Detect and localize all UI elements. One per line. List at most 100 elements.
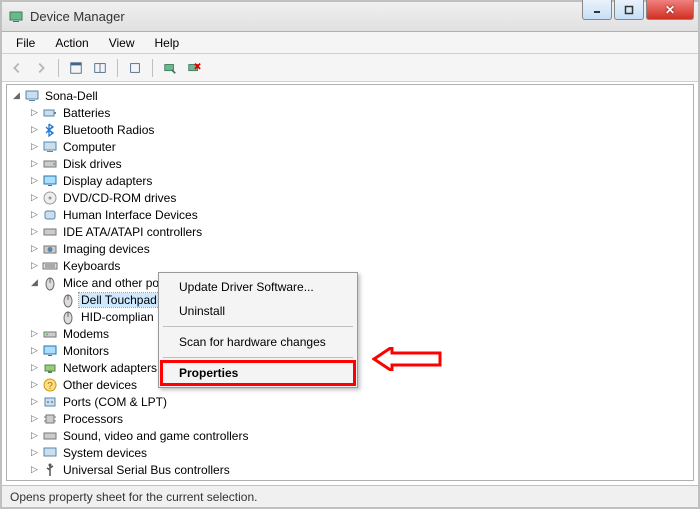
tree-label: Imaging devices bbox=[61, 242, 152, 256]
computer-icon bbox=[24, 88, 40, 104]
tree-label: Modems bbox=[61, 327, 111, 341]
expander-icon[interactable]: ◢ bbox=[11, 90, 22, 101]
tree-category[interactable]: ▷ Batteries bbox=[25, 104, 693, 121]
device-category-icon bbox=[42, 207, 58, 223]
device-category-icon bbox=[42, 173, 58, 189]
tree-label: IDE ATA/ATAPI controllers bbox=[61, 225, 204, 239]
toolbar-separator bbox=[58, 59, 59, 77]
expander-icon[interactable]: ▷ bbox=[29, 328, 40, 339]
expander-icon[interactable]: ▷ bbox=[29, 464, 40, 475]
tree-category[interactable]: ▷Network adapters bbox=[25, 359, 693, 376]
ctx-properties[interactable]: Properties bbox=[161, 361, 355, 385]
tree-label: HID-complian bbox=[79, 310, 156, 324]
ctx-scan-hardware[interactable]: Scan for hardware changes bbox=[161, 330, 355, 354]
expander-icon[interactable]: ▷ bbox=[29, 345, 40, 356]
tree-label: Dell Touchpad bbox=[79, 293, 159, 307]
tree-label: Human Interface Devices bbox=[61, 208, 200, 222]
device-category-icon bbox=[42, 326, 58, 342]
toolbar-btn-2[interactable] bbox=[89, 57, 111, 79]
app-icon bbox=[8, 9, 24, 25]
tree-category[interactable]: ▷ Computer bbox=[25, 138, 693, 155]
nav-forward-button[interactable] bbox=[30, 57, 52, 79]
menu-help[interactable]: Help bbox=[145, 34, 190, 52]
expander-icon[interactable]: ◢ bbox=[29, 277, 40, 288]
tree-label: System devices bbox=[61, 446, 149, 460]
expander-icon[interactable]: ▷ bbox=[29, 226, 40, 237]
tree-label: Computer bbox=[61, 140, 118, 154]
tree-category[interactable]: ▷ IDE ATA/ATAPI controllers bbox=[25, 223, 693, 240]
scan-hardware-button[interactable] bbox=[159, 57, 181, 79]
menu-file[interactable]: File bbox=[6, 34, 45, 52]
expander-icon[interactable]: ▷ bbox=[29, 243, 40, 254]
nav-back-button[interactable] bbox=[6, 57, 28, 79]
tree-label: Batteries bbox=[61, 106, 112, 120]
tree-category[interactable]: ▷Universal Serial Bus controllers bbox=[25, 461, 693, 478]
expander-icon[interactable]: ▷ bbox=[29, 141, 40, 152]
tree-category[interactable]: ▷Ports (COM & LPT) bbox=[25, 393, 693, 410]
device-category-icon bbox=[42, 241, 58, 257]
tree-item-hid-mouse[interactable]: HID-complian bbox=[43, 308, 693, 325]
expander-icon[interactable]: ▷ bbox=[29, 260, 40, 271]
expander-icon[interactable]: ▷ bbox=[29, 413, 40, 424]
maximize-button[interactable] bbox=[614, 0, 644, 20]
tree-root[interactable]: ◢ Sona-Dell bbox=[7, 87, 693, 104]
tree-category[interactable]: ▷ Human Interface Devices bbox=[25, 206, 693, 223]
close-button[interactable]: ✕ bbox=[646, 0, 694, 20]
expander-spacer bbox=[47, 311, 58, 322]
tree-category[interactable]: ▷ DVD/CD-ROM drives bbox=[25, 189, 693, 206]
tree-label: DVD/CD-ROM drives bbox=[61, 191, 178, 205]
expander-icon[interactable]: ▷ bbox=[29, 209, 40, 220]
tree-category[interactable]: ▷Sound, video and game controllers bbox=[25, 427, 693, 444]
status-text: Opens property sheet for the current sel… bbox=[10, 490, 257, 504]
tree-category[interactable]: ▷ Disk drives bbox=[25, 155, 693, 172]
toolbar-btn-1[interactable] bbox=[65, 57, 87, 79]
toolbar-btn-3[interactable] bbox=[124, 57, 146, 79]
uninstall-button[interactable] bbox=[183, 57, 205, 79]
device-category-icon bbox=[42, 462, 58, 478]
expander-icon[interactable]: ▷ bbox=[29, 430, 40, 441]
tree-category[interactable]: ▷Display adapters bbox=[25, 172, 693, 189]
tree-category[interactable]: ▷ Processors bbox=[25, 410, 693, 427]
context-menu: Update Driver Software... Uninstall Scan… bbox=[158, 272, 358, 388]
tree-category-mice[interactable]: ◢ Mice and other pointing devices bbox=[25, 274, 693, 291]
window-controls: ✕ bbox=[582, 0, 694, 20]
expander-icon[interactable]: ▷ bbox=[29, 396, 40, 407]
device-category-icon bbox=[42, 224, 58, 240]
tree-category[interactable]: ▷?Other devices bbox=[25, 376, 693, 393]
titlebar: Device Manager ✕ bbox=[2, 2, 698, 32]
tree-label: Processors bbox=[61, 412, 125, 426]
expander-icon[interactable]: ▷ bbox=[29, 362, 40, 373]
expander-icon[interactable]: ▷ bbox=[29, 192, 40, 203]
tree-category[interactable]: ▷Bluetooth Radios bbox=[25, 121, 693, 138]
menu-action[interactable]: Action bbox=[45, 34, 98, 52]
toolbar-separator bbox=[117, 59, 118, 77]
menu-view[interactable]: View bbox=[99, 34, 145, 52]
expander-icon[interactable]: ▷ bbox=[29, 124, 40, 135]
expander-icon[interactable]: ▷ bbox=[29, 447, 40, 458]
svg-text:?: ? bbox=[47, 381, 53, 392]
device-category-icon bbox=[42, 343, 58, 359]
tree-category[interactable]: ▷ Imaging devices bbox=[25, 240, 693, 257]
mouse-icon bbox=[60, 292, 76, 308]
mouse-icon bbox=[42, 275, 58, 291]
device-category-icon bbox=[42, 122, 58, 138]
tree-category[interactable]: ▷ Monitors bbox=[25, 342, 693, 359]
device-category-icon bbox=[42, 190, 58, 206]
tree-label: Disk drives bbox=[61, 157, 124, 171]
tree-category[interactable]: ▷Keyboards bbox=[25, 257, 693, 274]
tree-item-dell-touchpad[interactable]: Dell Touchpad bbox=[43, 291, 693, 308]
ctx-divider bbox=[163, 326, 353, 327]
expander-icon[interactable]: ▷ bbox=[29, 379, 40, 390]
expander-icon[interactable]: ▷ bbox=[29, 158, 40, 169]
tree-label: Monitors bbox=[61, 344, 111, 358]
ctx-uninstall[interactable]: Uninstall bbox=[161, 299, 355, 323]
tree-category[interactable]: ▷ System devices bbox=[25, 444, 693, 461]
ctx-update-driver[interactable]: Update Driver Software... bbox=[161, 275, 355, 299]
device-category-icon: ? bbox=[42, 377, 58, 393]
expander-icon[interactable]: ▷ bbox=[29, 175, 40, 186]
tree-category[interactable]: ▷ Modems bbox=[25, 325, 693, 342]
tree-root-label: Sona-Dell bbox=[43, 89, 100, 103]
minimize-button[interactable] bbox=[582, 0, 612, 20]
expander-icon[interactable]: ▷ bbox=[29, 107, 40, 118]
menubar: File Action View Help bbox=[2, 32, 698, 54]
